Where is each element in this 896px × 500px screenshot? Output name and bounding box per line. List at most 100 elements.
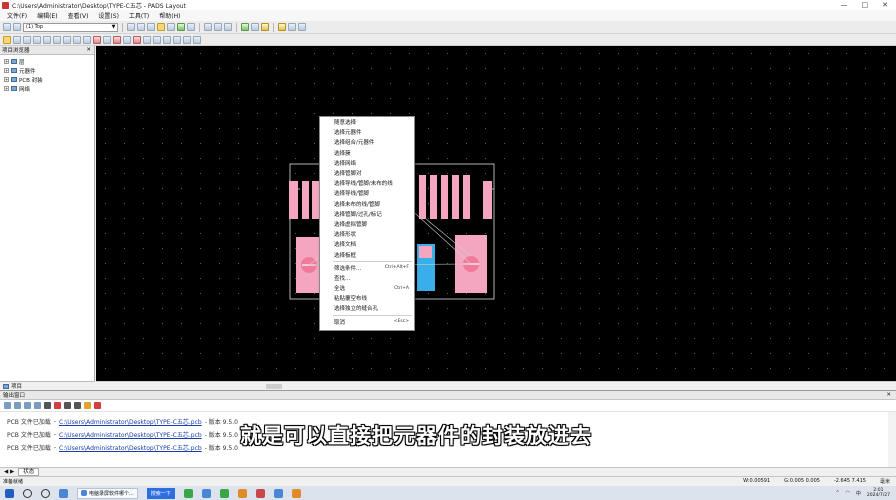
close-button[interactable]: ✕	[882, 1, 888, 9]
tree-item-pcb-decals[interactable]: + PCB 封装	[4, 75, 94, 84]
menu-item-select-pin-pairs[interactable]: 选择管脚对	[320, 168, 414, 178]
add-copper-icon[interactable]	[23, 35, 31, 44]
taskbar-search-button[interactable]: 搜索一下	[146, 487, 175, 499]
expand-icon[interactable]: +	[4, 77, 9, 82]
save-icon[interactable]	[13, 23, 21, 31]
maximize-button[interactable]: □	[862, 1, 869, 9]
add-copper-pour-icon[interactable]	[43, 35, 51, 44]
pads-icon[interactable]	[255, 488, 265, 498]
log-file-link[interactable]: C:\Users\Administrator\Desktop\TYPE-C五芯.…	[59, 443, 202, 452]
copy-icon[interactable]	[34, 402, 41, 409]
merge-icon[interactable]	[153, 35, 161, 44]
modify-icon[interactable]	[113, 35, 121, 44]
output-window-icon[interactable]	[298, 23, 306, 31]
find-icon[interactable]	[74, 402, 81, 409]
grid-icon[interactable]	[94, 402, 101, 409]
expand-icon[interactable]: +	[4, 68, 9, 73]
menu-item-select-unions[interactable]: 选择组合/元器件	[320, 137, 414, 147]
tab-project[interactable]: 项目	[0, 381, 95, 390]
minimize-button[interactable]: —	[841, 1, 848, 9]
project-explorer-icon[interactable]	[288, 23, 296, 31]
combine-icon[interactable]	[163, 35, 171, 44]
cortana-icon[interactable]	[41, 488, 50, 498]
menu-item-select-unroutes-pins[interactable]: 选择未布的线/管脚	[320, 199, 414, 209]
tab-status[interactable]: 状态	[18, 468, 40, 476]
close-icon[interactable]: ✕	[86, 47, 94, 53]
add-copper-cutout-icon[interactable]	[33, 35, 41, 44]
display-icon[interactable]	[278, 23, 286, 31]
tree-item-components[interactable]: + 元器件	[4, 66, 94, 75]
hatch-icon[interactable]	[133, 35, 141, 44]
undo-icon[interactable]	[204, 23, 212, 31]
menu-item-select-all[interactable]: 全选 Ctrl+A	[320, 283, 414, 293]
import-dxf-icon[interactable]	[103, 35, 111, 44]
menu-item-select-documentation[interactable]: 选择文档	[320, 239, 414, 249]
log-file-link[interactable]: C:\Users\Administrator\Desktop\TYPE-C五芯.…	[59, 430, 202, 439]
flood-icon[interactable]	[123, 35, 131, 44]
expand-icon[interactable]: +	[4, 59, 9, 64]
add-via-icon[interactable]	[143, 35, 151, 44]
ecu-toolbar-icon[interactable]	[167, 23, 175, 31]
add-hatch-icon[interactable]	[53, 35, 61, 44]
menu-item-select-anything[interactable]: 随意选择	[320, 117, 414, 127]
log-file-link[interactable]: C:\Users\Administrator\Desktop\TYPE-C五芯.…	[59, 417, 202, 426]
cut-icon[interactable]	[44, 402, 51, 409]
text-style-icon[interactable]	[193, 35, 201, 44]
menu-view[interactable]: 查看(V)	[68, 11, 89, 20]
tree-item-layers[interactable]: + 层	[4, 57, 94, 66]
pour-manager-icon[interactable]	[261, 23, 269, 31]
split-icon[interactable]	[173, 35, 181, 44]
menu-item-filter[interactable]: 筛选条件... Ctrl+Alt+F	[320, 263, 414, 273]
menu-item-cancel[interactable]: 取消 <Esc>	[320, 317, 414, 327]
layer-select[interactable]: (1) Top ▼	[23, 22, 118, 32]
menu-item-select-board-outline[interactable]: 选择板框	[320, 249, 414, 259]
drafting-toolbar-icon[interactable]	[157, 23, 165, 31]
search-icon[interactable]	[23, 488, 32, 498]
menu-item-paste-routes[interactable]: 粘贴覆空布线	[320, 293, 414, 303]
wechat-icon[interactable]	[183, 488, 193, 498]
folder-icon[interactable]	[237, 488, 247, 498]
menu-item-select-pins-vias-tags[interactable]: 选择管脚/过孔/标记	[320, 209, 414, 219]
menu-item-select-components[interactable]: 选择元器件	[320, 127, 414, 137]
menu-item-select-nets[interactable]: 选择网络	[320, 158, 414, 168]
menu-item-select-clusters[interactable]: 选择簇	[320, 148, 414, 158]
scrollbar-thumb[interactable]	[266, 384, 282, 389]
delete-icon[interactable]	[54, 402, 61, 409]
expand-icon[interactable]: +	[4, 86, 9, 91]
home-icon[interactable]	[24, 402, 31, 409]
clock[interactable]: 2:01 2024/7/27	[867, 488, 890, 498]
menu-item-select-shapes[interactable]: 选择形状	[320, 229, 414, 239]
pen-icon[interactable]	[84, 402, 91, 409]
explorer-icon[interactable]	[201, 488, 211, 498]
menu-tools[interactable]: 工具(T)	[129, 11, 149, 20]
add-dimension-icon[interactable]	[93, 35, 101, 44]
library-icon[interactable]	[183, 35, 191, 44]
bga-toolbar-icon[interactable]	[177, 23, 185, 31]
design-toolbar-icon[interactable]	[127, 23, 135, 31]
route-toolbar-icon[interactable]	[147, 23, 155, 31]
menu-file[interactable]: 文件(F)	[7, 11, 27, 20]
network-icon[interactable]: ◠	[846, 490, 850, 496]
close-icon[interactable]: ✕	[886, 392, 896, 398]
menu-item-select-stitching-vias[interactable]: 选择独立的缝合孔	[320, 303, 414, 313]
tab-nav-prev[interactable]: ◀ ▶	[4, 469, 14, 475]
menu-item-select-virtual-pins[interactable]: 选择虚拟管脚	[320, 219, 414, 229]
menu-item-find[interactable]: 查找...	[320, 273, 414, 283]
menu-setup[interactable]: 设置(S)	[98, 11, 119, 20]
start-icon[interactable]	[5, 488, 14, 498]
tray-arrow-icon[interactable]: ⌃	[835, 490, 839, 496]
zoom-icon[interactable]	[224, 23, 232, 31]
ime-indicator[interactable]: 中	[856, 490, 861, 497]
app-icon[interactable]	[273, 488, 283, 498]
menu-edit[interactable]: 编辑(E)	[37, 11, 57, 20]
design-canvas[interactable]	[96, 46, 896, 381]
tree-item-nets[interactable]: + 网络	[4, 84, 94, 93]
select-mode-icon[interactable]	[3, 35, 11, 44]
forward-icon[interactable]	[14, 402, 21, 409]
open-icon[interactable]	[3, 23, 11, 31]
horizontal-scrollbar[interactable]	[96, 381, 896, 390]
add-keepout-icon[interactable]	[73, 35, 81, 44]
chrome-icon[interactable]	[219, 488, 229, 498]
menu-item-select-traces-pins[interactable]: 选择导线/管脚	[320, 188, 414, 198]
task-view-icon[interactable]	[59, 488, 68, 498]
